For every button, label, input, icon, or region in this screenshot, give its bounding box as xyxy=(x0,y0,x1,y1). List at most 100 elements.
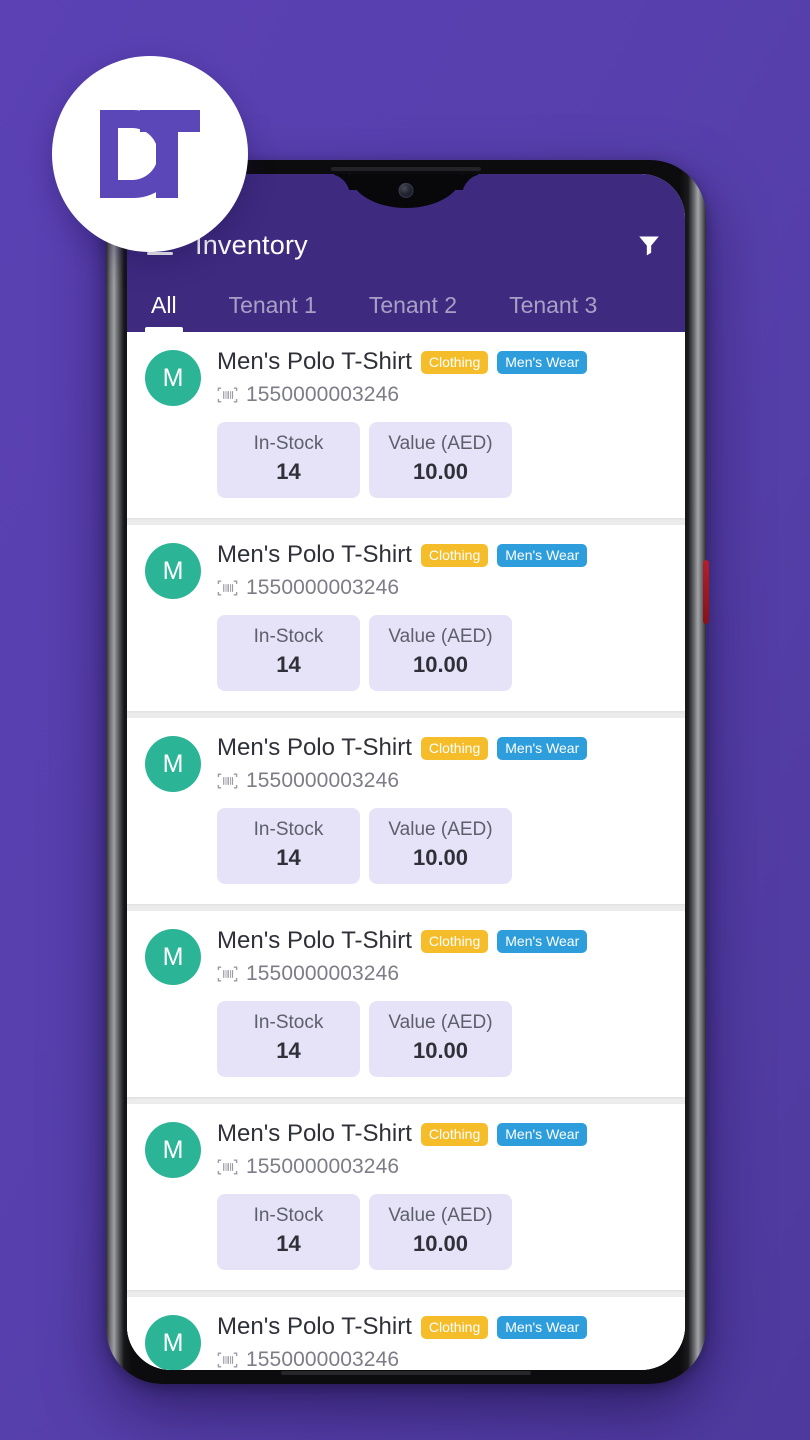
inventory-card[interactable]: M Men's Polo T-Shirt Clothing Men's Wear xyxy=(127,1297,685,1370)
stat-value-label: Value (AED) xyxy=(388,433,493,454)
barcode-scan-icon xyxy=(217,966,238,982)
badge-category: Clothing xyxy=(420,350,489,374)
badge-subcategory: Men's Wear xyxy=(497,350,588,374)
stat-in-stock: In-Stock 14 xyxy=(217,1194,360,1270)
stat-in-stock: In-Stock 14 xyxy=(217,615,360,691)
card-stats: In-Stock 14 Value (AED) 10.00 xyxy=(217,808,667,884)
inventory-card[interactable]: M Men's Polo T-Shirt Clothing Men's Wear xyxy=(127,718,685,904)
stat-in-stock-label: In-Stock xyxy=(253,819,324,840)
stat-in-stock-label: In-Stock xyxy=(253,626,324,647)
stat-in-stock-value: 14 xyxy=(276,1038,301,1063)
title-row: Men's Polo T-Shirt Clothing Men's Wear xyxy=(217,1120,667,1148)
inventory-card[interactable]: M Men's Polo T-Shirt Clothing Men's Wear xyxy=(127,525,685,711)
avatar: M xyxy=(145,543,201,599)
avatar: M xyxy=(145,1122,201,1178)
badge-subcategory: Men's Wear xyxy=(497,1122,588,1146)
avatar: M xyxy=(145,1315,201,1370)
bottom-speaker-slit xyxy=(281,1371,531,1375)
badge-category: Clothing xyxy=(420,929,489,953)
barcode-row: 1550000003246 xyxy=(217,383,667,407)
stat-value-label: Value (AED) xyxy=(388,1012,493,1033)
stat-in-stock-label: In-Stock xyxy=(253,433,324,454)
barcode-number: 1550000003246 xyxy=(246,576,400,599)
badge-subcategory: Men's Wear xyxy=(497,736,588,760)
stat-in-stock: In-Stock 14 xyxy=(217,1001,360,1077)
barcode-number: 1550000003246 xyxy=(246,962,400,985)
power-button[interactable] xyxy=(703,560,709,624)
page-backdrop: Inventory All Tenant 1 Tenant 2 Tenant 3… xyxy=(0,0,810,1440)
card-header-content: Men's Polo T-Shirt Clothing Men's Wear 1… xyxy=(217,1313,667,1370)
barcode-scan-icon xyxy=(217,773,238,789)
tab-tenant-3-label: Tenant 3 xyxy=(509,292,598,318)
stat-value: Value (AED) 10.00 xyxy=(369,615,512,691)
barcode-row: 1550000003246 xyxy=(217,1155,667,1179)
stat-value-amount: 10.00 xyxy=(412,459,469,484)
avatar: M xyxy=(145,736,201,792)
stat-in-stock: In-Stock 14 xyxy=(217,808,360,884)
badge-subcategory: Men's Wear xyxy=(497,543,588,567)
barcode-number: 1550000003246 xyxy=(246,769,400,792)
tab-tenant-1-label: Tenant 1 xyxy=(228,292,317,318)
badge-category: Clothing xyxy=(420,1122,489,1146)
card-header: M Men's Polo T-Shirt Clothing Men's Wear xyxy=(145,348,667,407)
stat-value-label: Value (AED) xyxy=(388,626,493,647)
inventory-card[interactable]: M Men's Polo T-Shirt Clothing Men's Wear xyxy=(127,1104,685,1290)
stat-in-stock: In-Stock 14 xyxy=(217,422,360,498)
card-header: M Men's Polo T-Shirt Clothing Men's Wear xyxy=(145,1120,667,1179)
barcode-scan-icon xyxy=(217,387,238,403)
inventory-card[interactable]: M Men's Polo T-Shirt Clothing Men's Wear xyxy=(127,911,685,1097)
tab-tenant-1[interactable]: Tenant 1 xyxy=(229,292,317,332)
stat-value-label: Value (AED) xyxy=(388,1205,493,1226)
card-header-content: Men's Polo T-Shirt Clothing Men's Wear 1… xyxy=(217,348,667,407)
barcode-scan-icon xyxy=(217,1159,238,1175)
tab-tenant-2[interactable]: Tenant 2 xyxy=(369,292,457,332)
barcode-row: 1550000003246 xyxy=(217,1348,667,1370)
card-header: M Men's Polo T-Shirt Clothing Men's Wear xyxy=(145,927,667,986)
barcode-row: 1550000003246 xyxy=(217,769,667,793)
stat-value-label: Value (AED) xyxy=(388,819,493,840)
title-row: Men's Polo T-Shirt Clothing Men's Wear xyxy=(217,541,667,569)
stat-value-amount: 10.00 xyxy=(412,652,469,677)
badge-category: Clothing xyxy=(420,1315,489,1339)
card-stats: In-Stock 14 Value (AED) 10.00 xyxy=(217,422,667,498)
card-header: M Men's Polo T-Shirt Clothing Men's Wear xyxy=(145,541,667,600)
stat-value: Value (AED) 10.00 xyxy=(369,1001,512,1077)
badge-subcategory: Men's Wear xyxy=(497,929,588,953)
phone-bezel: Inventory All Tenant 1 Tenant 2 Tenant 3… xyxy=(127,174,685,1370)
stat-value-amount: 10.00 xyxy=(412,1038,469,1063)
phone-mockup-frame: Inventory All Tenant 1 Tenant 2 Tenant 3… xyxy=(106,160,709,1384)
title-row: Men's Polo T-Shirt Clothing Men's Wear xyxy=(217,1313,667,1341)
product-name: Men's Polo T-Shirt xyxy=(217,348,412,375)
card-header: M Men's Polo T-Shirt Clothing Men's Wear xyxy=(145,734,667,793)
stat-value: Value (AED) 10.00 xyxy=(369,808,512,884)
barcode-number: 1550000003246 xyxy=(246,383,400,406)
tab-tenant-3[interactable]: Tenant 3 xyxy=(509,292,597,332)
filter-funnel-icon[interactable] xyxy=(635,232,663,258)
product-name: Men's Polo T-Shirt xyxy=(217,927,412,954)
card-header: M Men's Polo T-Shirt Clothing Men's Wear xyxy=(145,1313,667,1370)
stat-value-amount: 10.00 xyxy=(412,845,469,870)
inventory-list[interactable]: M Men's Polo T-Shirt Clothing Men's Wear xyxy=(127,332,685,1370)
product-name: Men's Polo T-Shirt xyxy=(217,1120,412,1147)
stat-in-stock-value: 14 xyxy=(276,845,301,870)
stat-value: Value (AED) 10.00 xyxy=(369,422,512,498)
brand-logo-badge xyxy=(52,56,248,252)
title-row: Men's Polo T-Shirt Clothing Men's Wear xyxy=(217,348,667,376)
stat-in-stock-value: 14 xyxy=(276,652,301,677)
front-camera-icon xyxy=(398,183,414,198)
card-header-content: Men's Polo T-Shirt Clothing Men's Wear 1… xyxy=(217,734,667,793)
badge-subcategory: Men's Wear xyxy=(497,1315,588,1339)
tab-all[interactable]: All xyxy=(145,292,183,332)
barcode-number: 1550000003246 xyxy=(246,1155,400,1178)
card-header-content: Men's Polo T-Shirt Clothing Men's Wear 1… xyxy=(217,927,667,986)
card-stats: In-Stock 14 Value (AED) 10.00 xyxy=(217,1194,667,1270)
stat-value: Value (AED) 10.00 xyxy=(369,1194,512,1270)
phone-screen: Inventory All Tenant 1 Tenant 2 Tenant 3… xyxy=(127,174,685,1370)
title-row: Men's Polo T-Shirt Clothing Men's Wear xyxy=(217,734,667,762)
stat-in-stock-label: In-Stock xyxy=(253,1012,324,1033)
badge-category: Clothing xyxy=(420,736,489,760)
inventory-card[interactable]: M Men's Polo T-Shirt Clothing Men's Wear xyxy=(127,332,685,518)
card-stats: In-Stock 14 Value (AED) 10.00 xyxy=(217,1001,667,1077)
product-name: Men's Polo T-Shirt xyxy=(217,1313,412,1340)
tab-tenant-2-label: Tenant 2 xyxy=(368,292,458,318)
